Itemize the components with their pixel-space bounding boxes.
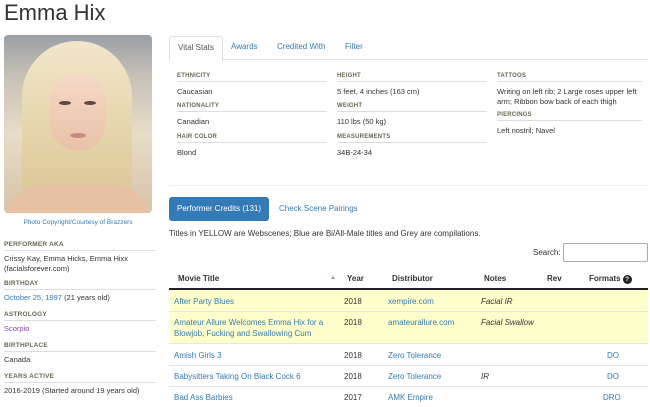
birthplace-value: Canada	[4, 355, 31, 364]
birthday-age: (21 years old)	[64, 293, 110, 302]
divider	[177, 111, 327, 112]
table-row: After Party Blues 2018 xempire.com Facia…	[169, 290, 648, 312]
divider	[497, 120, 642, 121]
movie-title-link[interactable]: Bad Ass Barbies	[174, 392, 233, 403]
performer-photo	[4, 35, 152, 213]
aka-value: Crissy Kay, Emma Hicks, Emma Hixx (facia…	[4, 254, 129, 273]
distributor-link[interactable]: Zero Tolerance	[388, 371, 441, 382]
movie-title-link[interactable]: Amish Girls 3	[174, 350, 222, 361]
section-divider	[169, 185, 648, 186]
movie-title-link[interactable]: After Party Blues	[174, 296, 234, 307]
question-circle-icon[interactable]: ?	[622, 275, 632, 284]
vital-stats-panel: ETHNICITY Caucasian NATIONALITY Canadian…	[169, 60, 648, 185]
notes-cell: Facial IR	[481, 297, 513, 306]
notes-cell: IR	[481, 372, 489, 381]
performer-credits-button[interactable]: Performer Credits (131)	[169, 197, 269, 221]
year-cell: 2018	[344, 318, 362, 327]
divider	[337, 142, 487, 143]
photo-credit-link[interactable]: Photo Copyright/Courtesy of Brazzers	[4, 218, 152, 227]
table-row: Bad Ass Barbies 2017 AMK Empire DRO	[169, 387, 648, 407]
column-notes[interactable]: Notes	[484, 268, 506, 290]
color-legend-note: Titles in YELLOW are Webscenes; Blue are…	[169, 229, 481, 238]
height-value: 5 feet, 4 inches (163 cm)	[337, 87, 420, 96]
distributor-link[interactable]: AMK Empire	[388, 392, 433, 403]
notes-cell: Facial Swallow	[481, 318, 534, 327]
divider	[177, 142, 327, 143]
search-label: Search:	[533, 248, 561, 257]
movie-title-link[interactable]: Babysitters Taking On Black Cock 6	[174, 371, 301, 382]
table-header: Movie Title ▲ Year Distributor Notes Rev…	[169, 268, 648, 290]
sort-ascending-icon[interactable]: ▲	[330, 275, 336, 281]
divider	[4, 289, 156, 290]
tab-awards[interactable]: Awards	[223, 36, 266, 60]
formats-cell[interactable]: DO	[607, 350, 619, 361]
divider	[4, 351, 156, 352]
formats-header-label: Formats	[589, 274, 621, 283]
column-year[interactable]: Year	[347, 268, 364, 290]
table-row: Amish Girls 3 2018 Zero Tolerance DO	[169, 344, 648, 366]
birthday-value: October 25, 1997 (21 years old)	[4, 293, 154, 303]
search-input[interactable]	[563, 243, 648, 262]
distributor-link[interactable]: Zero Tolerance	[388, 350, 441, 361]
weight-label: WEIGHT	[337, 103, 363, 109]
year-cell: 2018	[344, 297, 362, 306]
tattoos-value: Writing on left rib; 2 Large roses upper…	[497, 87, 637, 106]
piercings-value: Left nostril; Navel	[497, 126, 555, 135]
year-cell: 2018	[344, 372, 362, 381]
tab-vital-stats[interactable]: Vital Stats	[169, 36, 223, 61]
measurements-label: MEASUREMENTS	[337, 134, 391, 140]
ethnicity-value: Caucasian	[177, 87, 213, 96]
ethnicity-label: ETHNICITY	[177, 73, 211, 79]
years-active-label: YEARS ACTIVE	[4, 373, 55, 380]
piercings-label: PIERCINGS	[497, 112, 532, 118]
nationality-value: Canadian	[177, 117, 210, 126]
birthplace-label: BIRTHPLACE	[4, 342, 48, 349]
formats-cell[interactable]: DRO	[603, 392, 621, 403]
column-formats[interactable]: Formats?	[589, 268, 632, 290]
credits-table: Movie Title ▲ Year Distributor Notes Rev…	[169, 268, 648, 407]
divider	[337, 111, 487, 112]
divider	[337, 81, 487, 82]
formats-cell[interactable]: DO	[607, 371, 619, 382]
check-scene-pairings-link[interactable]: Check Scene Pairings	[279, 197, 358, 221]
birthday-label: BIRTHDAY	[4, 280, 39, 287]
tab-credited-with[interactable]: Credited With	[269, 36, 333, 60]
height-label: HEIGHT	[337, 73, 361, 79]
hair-color-label: HAIR COLOR	[177, 134, 217, 140]
weight-value: 110 lbs (50 kg)	[337, 117, 387, 126]
divider	[4, 250, 156, 251]
profile-tabs: Vital Stats Awards Credited With Filter	[169, 36, 648, 61]
column-movie-title[interactable]: Movie Title	[178, 268, 219, 290]
table-row: Babysitters Taking On Black Cock 6 2018 …	[169, 366, 648, 387]
column-distributor[interactable]: Distributor	[392, 268, 433, 290]
hair-color-value: Blond	[177, 148, 197, 157]
nationality-label: NATIONALITY	[177, 103, 220, 109]
distributor-link[interactable]: xempire.com	[388, 296, 434, 307]
year-cell: 2018	[344, 351, 362, 360]
divider	[4, 382, 156, 383]
divider	[177, 81, 327, 82]
table-row: Amateur Allure Welcomes Emma Hix for a B…	[169, 312, 648, 344]
year-cell: 2017	[344, 393, 362, 402]
movie-title-link[interactable]: Amateur Allure Welcomes Emma Hix for a B…	[174, 317, 336, 339]
years-active-value: 2016-2019 (Started around 19 years old)	[4, 386, 140, 395]
birthday-link[interactable]: October 25, 1997	[4, 293, 62, 302]
column-rev[interactable]: Rev	[547, 268, 562, 290]
distributor-link[interactable]: amateurallure.com	[388, 317, 454, 328]
tab-filter[interactable]: Filter	[337, 36, 371, 60]
measurements-value: 34B-24-34	[337, 148, 373, 157]
astrology-link[interactable]: Scorpio	[4, 324, 154, 334]
tattoos-label: TATTOOS	[497, 73, 527, 79]
aka-label: PERFORMER AKA	[4, 241, 64, 248]
divider	[4, 320, 156, 321]
divider	[497, 81, 642, 82]
astrology-label: ASTROLOGY	[4, 311, 47, 318]
page-title: Emma Hix	[4, 0, 106, 25]
